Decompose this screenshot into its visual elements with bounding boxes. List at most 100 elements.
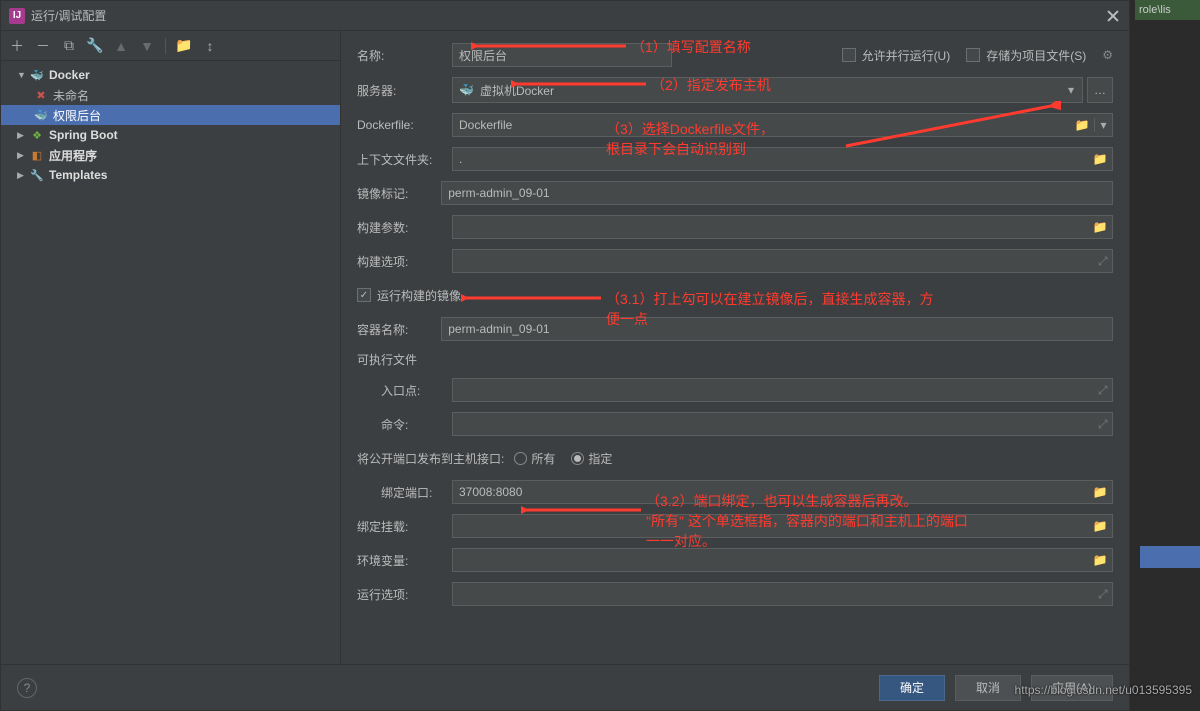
- build-args-field: 📁: [452, 215, 1113, 239]
- gear-icon[interactable]: ⚙: [1102, 48, 1113, 62]
- command-input[interactable]: [453, 413, 1098, 435]
- tree-node-selected[interactable]: 🐳 权限后台: [1, 105, 340, 125]
- publish-radio-group: 所有 指定: [514, 450, 612, 467]
- row-publish-ports: 将公开端口发布到主机接口: 所有 指定: [357, 446, 1113, 470]
- top-options: 允许并行运行(U) 存储为项目文件(S) ⚙: [842, 47, 1113, 64]
- expand-icon[interactable]: ⤢: [1098, 587, 1112, 602]
- chevron-down-icon[interactable]: ▾: [1094, 118, 1112, 132]
- row-context: 上下文文件夹: 📁: [357, 147, 1113, 171]
- entrypoint-input[interactable]: [453, 379, 1098, 401]
- application-icon: ◧: [29, 147, 45, 163]
- remove-button[interactable]: －: [35, 38, 51, 54]
- close-icon[interactable]: [1105, 8, 1121, 24]
- folder-icon[interactable]: 📁: [176, 38, 192, 54]
- bind-port-input[interactable]: [453, 481, 1088, 503]
- run-opts-input[interactable]: [453, 583, 1098, 605]
- context-label: 上下文文件夹:: [357, 151, 452, 168]
- run-debug-config-dialog: IJ 运行/调试配置 ＋ － ⧉ 🔧 ▲ ▼ 📁 ↕ ▼ 🐳 Docker: [0, 0, 1130, 711]
- folder-icon[interactable]: 📁: [1088, 519, 1112, 533]
- tree-node-unnamed[interactable]: ✖ 未命名: [1, 85, 340, 105]
- env-input[interactable]: [453, 549, 1088, 571]
- command-label: 命令:: [357, 416, 452, 433]
- dialog-footer: ? 确定 取消 应用(A): [1, 664, 1129, 710]
- ok-button[interactable]: 确定: [879, 675, 945, 701]
- row-server: 服务器: 🐳 虚拟机Docker …: [357, 77, 1113, 103]
- bind-mount-input[interactable]: [453, 515, 1088, 537]
- build-args-label: 构建参数:: [357, 219, 452, 236]
- tree-node-springboot[interactable]: ▶ ❖ Spring Boot: [1, 125, 340, 145]
- tree-node-templates[interactable]: ▶ 🔧 Templates: [1, 165, 340, 185]
- run-built-checkbox[interactable]: [357, 288, 371, 302]
- copy-button[interactable]: ⧉: [61, 38, 77, 54]
- radio-specify-label[interactable]: 指定: [588, 450, 612, 467]
- name-label: 名称:: [357, 47, 452, 64]
- env-field: 📁: [452, 548, 1113, 572]
- up-icon[interactable]: ▲: [113, 38, 129, 54]
- watermark: https://blog.csdn.net/u013595395: [1015, 683, 1192, 697]
- main-panel: 名称: 允许并行运行(U) 存储为项目文件(S) ⚙ 服务器: 🐳 虚拟机Doc…: [341, 31, 1129, 664]
- folder-icon[interactable]: 📁: [1070, 118, 1094, 132]
- bind-mount-label: 绑定挂载:: [357, 518, 452, 535]
- build-opts-input[interactable]: [453, 250, 1098, 272]
- wrench-icon[interactable]: 🔧: [87, 38, 103, 54]
- server-label: 服务器:: [357, 82, 452, 99]
- allow-parallel-label[interactable]: 允许并行运行(U): [862, 47, 951, 64]
- add-button[interactable]: ＋: [9, 38, 25, 54]
- tree-node-application[interactable]: ▶ ◧ 应用程序: [1, 145, 340, 165]
- row-run-built: 运行构建的镜像: [357, 283, 1113, 307]
- folder-icon[interactable]: 📁: [1088, 220, 1112, 234]
- down-icon[interactable]: ▼: [139, 38, 155, 54]
- build-opts-field: ⤢: [452, 249, 1113, 273]
- help-button[interactable]: ?: [17, 678, 37, 698]
- row-env: 环境变量: 📁: [357, 548, 1113, 572]
- chevron-right-icon: ▶: [17, 170, 29, 181]
- server-more-button[interactable]: …: [1087, 77, 1113, 103]
- docker-icon: 🐳: [29, 67, 45, 83]
- expand-icon[interactable]: ⤢: [1098, 417, 1112, 432]
- folder-icon[interactable]: 📁: [1088, 553, 1112, 567]
- separator: [165, 38, 166, 54]
- image-tag-label: 镜像标记:: [357, 185, 441, 202]
- name-input[interactable]: [452, 43, 672, 67]
- expand-icon[interactable]: ⤢: [1098, 383, 1112, 398]
- tree-label: 权限后台: [53, 107, 101, 124]
- config-tree: ▼ 🐳 Docker ✖ 未命名 🐳 权限后台 ▶ ❖ Spring Boot: [1, 61, 340, 664]
- radio-all[interactable]: [514, 452, 527, 465]
- container-name-input[interactable]: [441, 317, 1113, 341]
- row-command: 命令: ⤢: [357, 412, 1113, 436]
- build-args-input[interactable]: [453, 216, 1088, 238]
- env-label: 环境变量:: [357, 552, 452, 569]
- row-bind-port: 绑定端口: 📁: [357, 480, 1113, 504]
- row-run-opts: 运行选项: ⤢: [357, 582, 1113, 606]
- expand-icon[interactable]: ⤢: [1098, 254, 1112, 269]
- row-entrypoint: 入口点: ⤢: [357, 378, 1113, 402]
- bind-port-label: 绑定端口:: [357, 484, 452, 501]
- radio-specify[interactable]: [571, 452, 584, 465]
- folder-icon[interactable]: 📁: [1088, 485, 1112, 499]
- row-build-opts: 构建选项: ⤢: [357, 249, 1113, 273]
- store-project-label[interactable]: 存储为项目文件(S): [986, 47, 1086, 64]
- background-editor-tab: role\lis: [1135, 0, 1200, 20]
- build-opts-label: 构建选项:: [357, 253, 452, 270]
- app-icon: IJ: [9, 8, 25, 24]
- tree-label: Templates: [49, 168, 107, 182]
- run-built-label[interactable]: 运行构建的镜像: [377, 287, 461, 304]
- tree-label: Spring Boot: [49, 128, 118, 142]
- image-tag-input[interactable]: [441, 181, 1113, 205]
- dockerfile-label: Dockerfile:: [357, 118, 452, 132]
- tree-node-docker[interactable]: ▼ 🐳 Docker: [1, 65, 340, 85]
- sort-icon[interactable]: ↕: [202, 38, 218, 54]
- radio-all-label[interactable]: 所有: [531, 450, 555, 467]
- cancel-button[interactable]: 取消: [955, 675, 1021, 701]
- background-selection: [1140, 546, 1200, 568]
- dockerfile-input[interactable]: [453, 114, 1070, 136]
- context-input[interactable]: [453, 148, 1088, 170]
- row-bind-mount: 绑定挂载: 📁: [357, 514, 1113, 538]
- store-project-checkbox[interactable]: [966, 48, 980, 62]
- allow-parallel-checkbox[interactable]: [842, 48, 856, 62]
- folder-icon[interactable]: 📁: [1088, 152, 1112, 166]
- server-select[interactable]: 🐳 虚拟机Docker: [452, 77, 1083, 103]
- row-image-tag: 镜像标记:: [357, 181, 1113, 205]
- executable-header: 可执行文件: [357, 351, 1113, 368]
- bind-mount-field: 📁: [452, 514, 1113, 538]
